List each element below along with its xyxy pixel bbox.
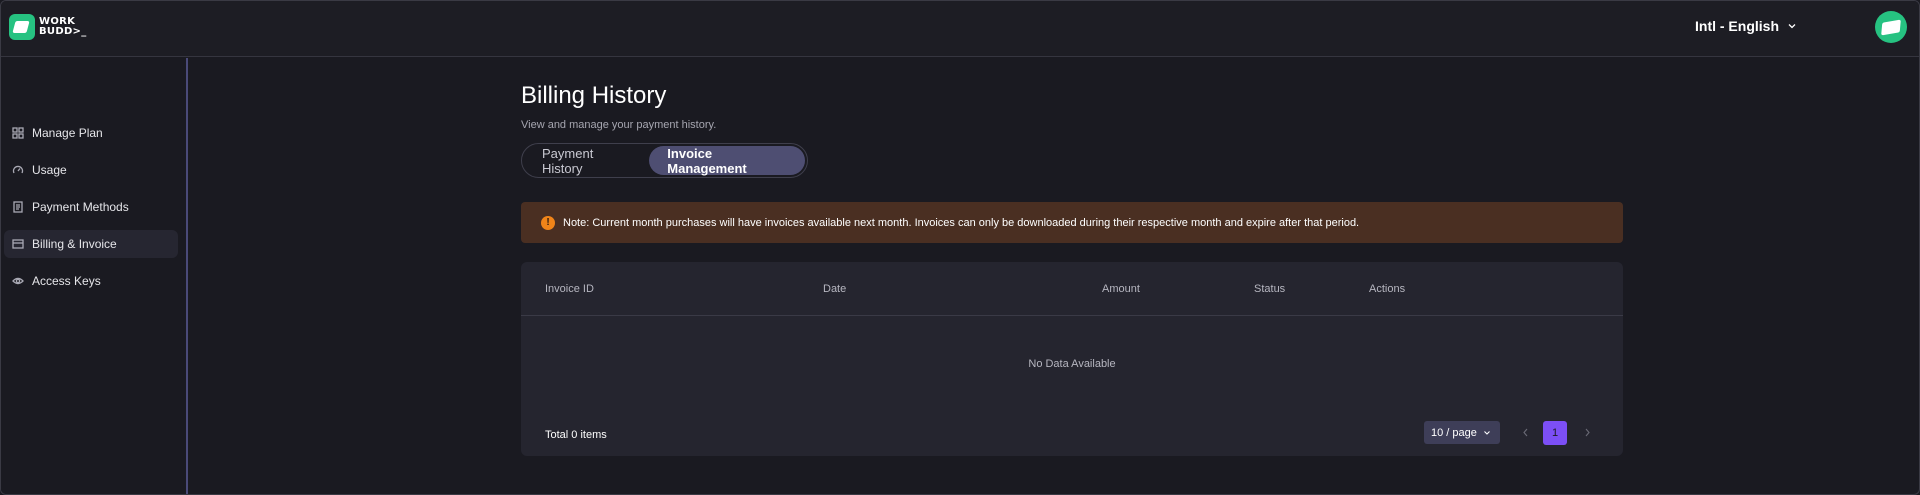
tab-invoice-management[interactable]: Invoice Management: [649, 146, 805, 176]
column-header-date: Date: [823, 283, 847, 295]
sidebar-nav: Manage Plan Usage Payment Methods Billin…: [4, 119, 178, 304]
column-header-status: Status: [1254, 283, 1286, 295]
logo-line-2: BUDD>_: [39, 26, 87, 37]
avatar[interactable]: [1875, 11, 1907, 43]
chevron-right-icon: [1585, 428, 1590, 436]
table-header: Invoice ID Date Amount Status Actions: [521, 262, 1623, 316]
sidebar-item-label: Usage: [32, 163, 67, 177]
notice-banner: ! Note: Current month purchases will hav…: [521, 202, 1623, 243]
grid-icon: [12, 127, 24, 139]
column-header-actions: Actions: [1369, 283, 1406, 295]
sidebar: Manage Plan Usage Payment Methods Billin…: [1, 58, 188, 494]
invoice-table: Invoice ID Date Amount Status Actions No…: [521, 262, 1623, 456]
logo-icon: [9, 14, 35, 40]
document-icon: [13, 201, 23, 213]
prev-page-button[interactable]: [1518, 425, 1532, 439]
sidebar-item-billing-invoice[interactable]: Billing & Invoice: [4, 230, 178, 258]
column-header-invoice-id: Invoice ID: [545, 283, 594, 295]
sidebar-item-label: Access Keys: [32, 274, 101, 288]
eye-icon: [12, 277, 24, 285]
sidebar-item-label: Payment Methods: [32, 200, 129, 214]
sidebar-item-label: Billing & Invoice: [32, 237, 117, 251]
chevron-down-icon: [1483, 430, 1490, 435]
app-window: WORK BUDD>_ Intl - English Manage Plan U…: [0, 0, 1920, 495]
page-subtitle: View and manage your payment history.: [521, 119, 717, 131]
page-size-select[interactable]: 10 / page: [1424, 421, 1500, 444]
empty-state: No Data Available: [1028, 358, 1116, 370]
tab-group: Payment History Invoice Management: [521, 143, 808, 178]
page-size-label: 10 / page: [1431, 426, 1477, 439]
next-page-button[interactable]: [1580, 425, 1594, 439]
sidebar-item-manage-plan[interactable]: Manage Plan: [4, 119, 178, 147]
chevron-left-icon: [1522, 428, 1527, 436]
tab-payment-history[interactable]: Payment History: [524, 146, 649, 176]
chevron-down-icon: [1788, 24, 1796, 29]
logo[interactable]: WORK BUDD>_: [9, 14, 87, 40]
page-number-current[interactable]: 1: [1543, 421, 1567, 445]
page-title: Billing History: [521, 82, 667, 109]
card-icon: [12, 239, 24, 249]
language-label: Intl - English: [1695, 18, 1779, 34]
language-selector[interactable]: Intl - English: [1695, 18, 1797, 34]
column-header-amount: Amount: [1102, 283, 1140, 295]
notice-text: Note: Current month purchases will have …: [563, 216, 1360, 229]
logo-text: WORK BUDD>_: [39, 17, 87, 37]
sidebar-item-label: Manage Plan: [32, 126, 103, 140]
sidebar-item-usage[interactable]: Usage: [4, 156, 178, 184]
total-count: Total 0 items: [545, 429, 607, 441]
gauge-icon: [12, 165, 24, 174]
warning-icon: !: [541, 215, 555, 230]
sidebar-item-access-keys[interactable]: Access Keys: [4, 267, 178, 295]
top-bar: WORK BUDD>_ Intl - English: [1, 1, 1919, 57]
sidebar-item-payment-methods[interactable]: Payment Methods: [4, 193, 178, 221]
